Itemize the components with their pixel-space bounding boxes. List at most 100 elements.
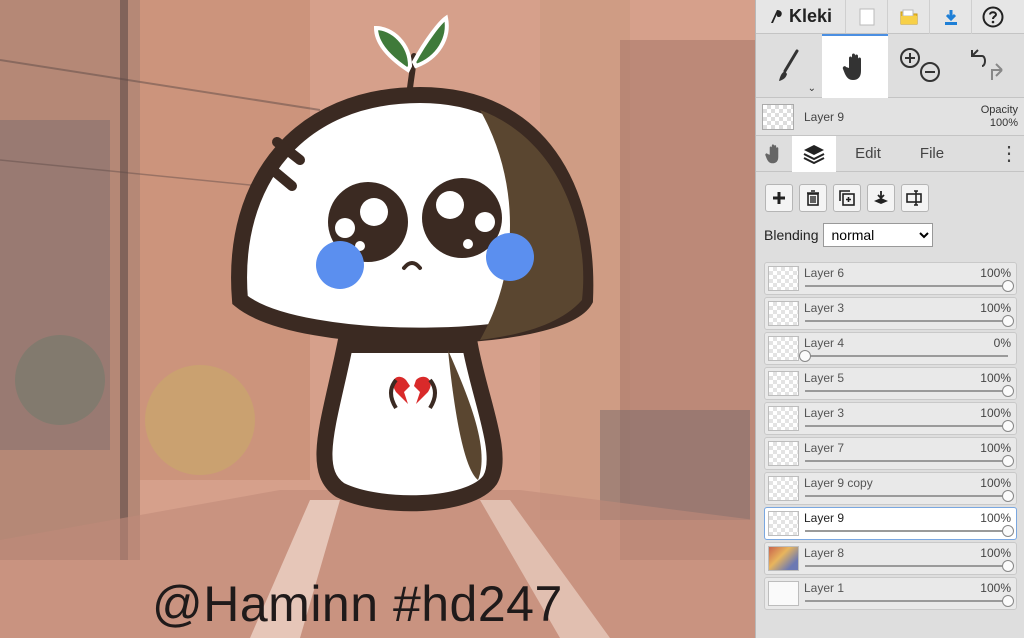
brand[interactable]: Kleki <box>756 0 846 33</box>
undo-redo-tool[interactable] <box>954 34 1020 98</box>
duplicate-icon <box>839 190 855 206</box>
layer-thumbnail <box>768 511 799 536</box>
top-bar: Kleki <box>756 0 1024 34</box>
layer-properties-button[interactable] <box>901 184 929 212</box>
download-button[interactable] <box>930 0 972 34</box>
layer-name: Layer 3 <box>804 301 845 315</box>
layer-opacity-slider[interactable] <box>805 425 1008 427</box>
kleki-logo-icon <box>771 9 782 23</box>
layer-item[interactable]: Layer 8 100% <box>764 542 1017 575</box>
layer-actions <box>756 172 1024 220</box>
zoom-tool[interactable] <box>888 34 954 98</box>
slider-handle[interactable] <box>799 350 811 362</box>
layer-opacity-slider[interactable] <box>805 355 1008 357</box>
layer-opacity: 100% <box>980 301 1011 315</box>
merge-down-button[interactable] <box>867 184 895 212</box>
current-layer-name: Layer 9 <box>804 109 845 124</box>
plus-icon <box>773 192 785 204</box>
layer-name: Layer 3 <box>804 406 845 420</box>
layer-item[interactable]: Layer 1 100% <box>764 577 1017 610</box>
help-icon <box>982 6 1004 27</box>
layer-opacity: 100% <box>980 511 1011 525</box>
tab-layers[interactable] <box>792 135 836 172</box>
chevron-down-icon: ⌄ <box>807 83 816 94</box>
layer-item[interactable]: Layer 9 100% <box>764 507 1017 540</box>
slider-handle[interactable] <box>1002 455 1014 467</box>
layer-opacity-slider[interactable] <box>805 460 1008 462</box>
open-folder-icon <box>900 9 917 24</box>
layer-opacity-slider[interactable] <box>805 530 1008 532</box>
layer-rename-icon <box>906 190 922 206</box>
layer-opacity: 100% <box>980 476 1011 490</box>
layer-item[interactable]: Layer 7 100% <box>764 437 1017 470</box>
tool-sidebar: Kleki ⌄ Layer 9 Opacity 100% Edit File ⋮… <box>755 0 1024 638</box>
slider-handle[interactable] <box>1002 490 1014 502</box>
layer-name: Layer 9 <box>804 511 845 525</box>
layer-opacity: 100% <box>980 266 1011 280</box>
layer-thumbnail <box>768 546 799 571</box>
layer-opacity-slider[interactable] <box>805 600 1008 602</box>
layer-item[interactable]: Layer 5 100% <box>764 367 1017 400</box>
layer-thumbnail <box>768 371 799 396</box>
add-layer-button[interactable] <box>765 184 793 212</box>
layer-opacity: 0% <box>993 336 1011 350</box>
layer-thumbnail <box>768 441 799 466</box>
slider-handle[interactable] <box>1002 595 1014 607</box>
slider-handle[interactable] <box>1002 280 1014 292</box>
layer-item[interactable]: Layer 3 100% <box>764 402 1017 435</box>
canvas-watermark-text: @Haminn #hd247 <box>152 576 563 632</box>
merge-down-icon <box>874 191 888 204</box>
layer-name: Layer 7 <box>804 441 845 455</box>
more-menu-icon[interactable]: ⋮ <box>994 136 1024 172</box>
brush-tool[interactable]: ⌄ <box>756 34 822 98</box>
canvas-artwork <box>0 0 755 638</box>
layer-thumbnail <box>768 336 799 361</box>
delete-layer-button[interactable] <box>799 184 827 212</box>
layer-item[interactable]: Layer 9 copy 100% <box>764 472 1017 505</box>
slider-handle[interactable] <box>1002 420 1014 432</box>
current-layer-opacity: Opacity 100% <box>981 104 1018 130</box>
opacity-label: Opacity <box>980 103 1018 116</box>
tab-file[interactable]: File <box>900 136 964 172</box>
help-button[interactable] <box>972 0 1014 34</box>
hand-tool[interactable] <box>822 34 888 98</box>
layer-name: Layer 5 <box>804 371 845 385</box>
layer-opacity-slider[interactable] <box>805 565 1008 567</box>
layer-item[interactable]: Layer 6 100% <box>764 262 1017 295</box>
current-layer-header[interactable]: Layer 9 Opacity 100% <box>756 98 1024 136</box>
opacity-value: 100% <box>989 116 1018 129</box>
slider-handle[interactable] <box>1002 525 1014 537</box>
brand-name: Kleki <box>789 6 833 26</box>
hand-icon <box>842 53 861 80</box>
layer-thumbnail <box>768 406 799 431</box>
layer-name: Layer 1 <box>804 581 845 595</box>
layer-name: Layer 4 <box>804 336 845 350</box>
download-icon <box>944 9 957 25</box>
layer-item[interactable]: Layer 4 0% <box>764 332 1017 365</box>
slider-handle[interactable] <box>1002 385 1014 397</box>
layer-item[interactable]: Layer 3 100% <box>764 297 1017 330</box>
layer-opacity-slider[interactable] <box>805 320 1008 322</box>
layer-opacity-slider[interactable] <box>805 285 1008 287</box>
layer-opacity-slider[interactable] <box>805 495 1008 497</box>
blending-select[interactable]: normal <box>822 223 933 247</box>
tool-row: ⌄ <box>756 34 1024 98</box>
slider-handle[interactable] <box>1002 315 1014 327</box>
zoom-in-out-icon <box>900 48 940 82</box>
open-image-button[interactable] <box>888 0 930 34</box>
tab-edit[interactable]: Edit <box>836 136 900 172</box>
new-image-icon <box>859 8 874 25</box>
drawing-canvas[interactable]: @Haminn #hd247 <box>0 0 755 638</box>
layer-opacity: 100% <box>980 371 1011 385</box>
new-image-button[interactable] <box>846 0 888 34</box>
layer-opacity-slider[interactable] <box>805 390 1008 392</box>
current-layer-thumbnail <box>762 103 794 130</box>
slider-handle[interactable] <box>1002 560 1014 572</box>
layer-opacity: 100% <box>980 546 1011 560</box>
layer-name: Layer 8 <box>804 546 845 560</box>
brush-icon <box>779 49 799 81</box>
tab-tool[interactable] <box>756 136 792 172</box>
blending-label: Blending <box>764 227 819 243</box>
duplicate-layer-button[interactable] <box>833 184 861 212</box>
hand-icon <box>765 143 779 163</box>
